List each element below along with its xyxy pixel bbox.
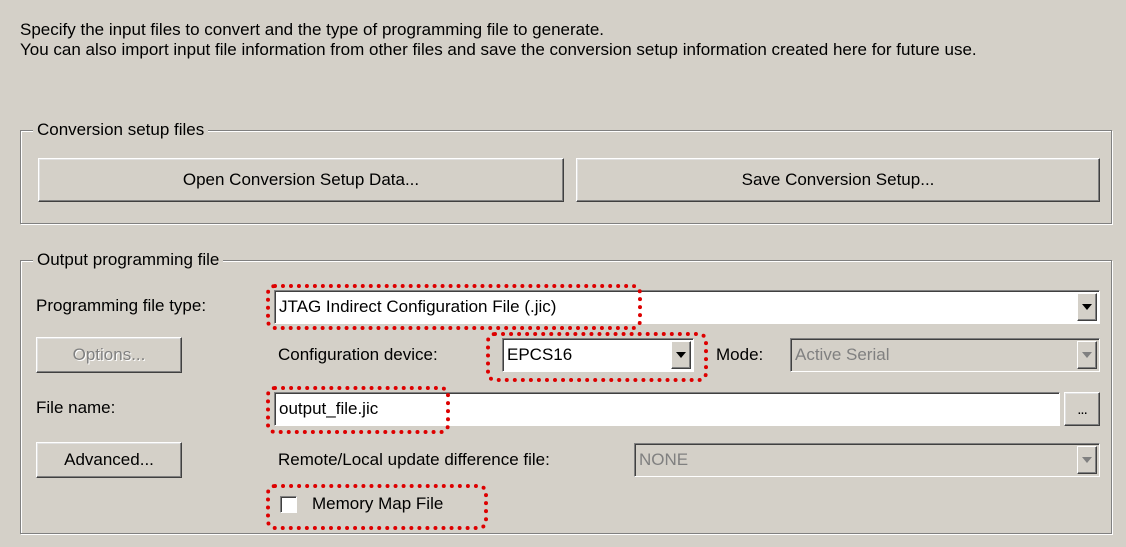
advanced-button[interactable]: Advanced... — [36, 442, 182, 478]
file-type-label: Programming file type: — [36, 296, 207, 315]
intro-line-1: Specify the input files to convert and t… — [20, 20, 605, 39]
mode-label: Mode: — [716, 345, 764, 364]
config-device-label: Configuration device: — [278, 345, 438, 364]
file-name-label: File name: — [36, 398, 116, 417]
chevron-down-icon — [1082, 304, 1092, 310]
remote-local-select[interactable]: NONE — [634, 443, 1100, 477]
remote-local-value: NONE — [639, 450, 689, 469]
mode-dropdown-button[interactable] — [1077, 341, 1097, 369]
conversion-setup-legend: Conversion setup files — [33, 120, 209, 140]
intro-line-2: You can also import input file informati… — [20, 40, 977, 59]
config-device-value: EPCS16 — [507, 345, 573, 364]
remote-local-dropdown-button[interactable] — [1077, 446, 1097, 474]
mode-value: Active Serial — [795, 345, 890, 364]
file-type-dropdown-button[interactable] — [1077, 293, 1097, 321]
chevron-down-icon — [1082, 352, 1092, 358]
advanced-label: Advanced... — [64, 450, 154, 469]
file-type-select[interactable]: JTAG Indirect Configuration File (.jic) — [274, 290, 1100, 324]
intro-text: Specify the input files to convert and t… — [20, 20, 1110, 60]
open-conversion-setup-label: Open Conversion Setup Data... — [182, 170, 420, 189]
memory-map-label[interactable]: Memory Map File — [312, 494, 443, 514]
memory-map-checkbox[interactable] — [280, 496, 297, 513]
output-programming-legend: Output programming file — [33, 250, 224, 270]
chevron-down-icon — [1082, 457, 1092, 463]
config-device-dropdown-button[interactable] — [671, 341, 691, 369]
browse-label: ... — [1077, 400, 1087, 418]
options-button[interactable]: Options... — [36, 337, 182, 373]
file-type-value: JTAG Indirect Configuration File (.jic) — [279, 297, 557, 316]
config-device-select[interactable]: EPCS16 — [502, 338, 694, 372]
chevron-down-icon — [676, 352, 686, 358]
save-conversion-setup-button[interactable]: Save Conversion Setup... — [576, 158, 1100, 202]
open-conversion-setup-button[interactable]: Open Conversion Setup Data... — [38, 158, 564, 202]
remote-local-label: Remote/Local update difference file: — [278, 450, 550, 469]
file-name-input[interactable]: output_file.jic — [274, 392, 1060, 426]
mode-select[interactable]: Active Serial — [790, 338, 1100, 372]
browse-button[interactable]: ... — [1064, 392, 1100, 426]
save-conversion-setup-label: Save Conversion Setup... — [741, 170, 935, 189]
options-label: Options... — [72, 345, 146, 364]
file-name-value: output_file.jic — [279, 399, 379, 418]
